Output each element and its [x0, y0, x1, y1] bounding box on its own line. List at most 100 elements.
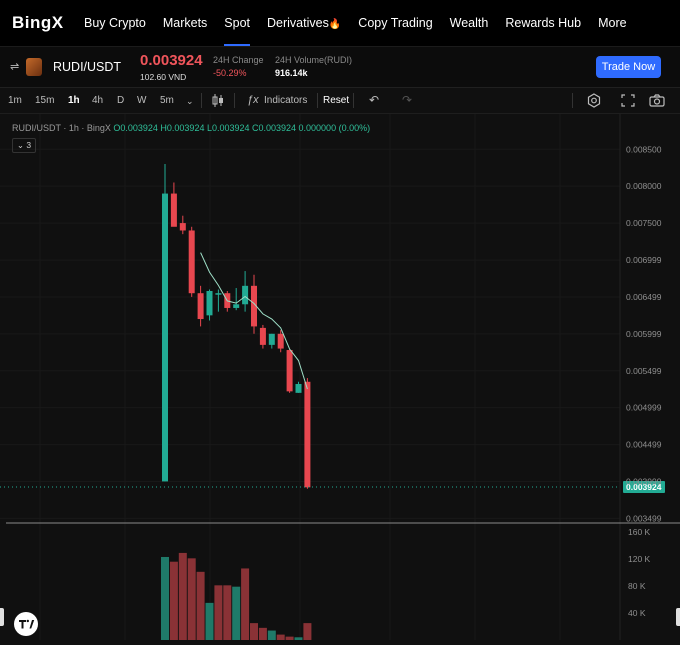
- candle-body: [197, 293, 204, 320]
- fiat-price: 102.60 VND: [140, 72, 187, 82]
- fire-icon: 🔥: [328, 19, 342, 30]
- toolbar-divider: [317, 93, 318, 108]
- indicators-button[interactable]: Indicators: [264, 95, 307, 106]
- candles: [162, 164, 311, 489]
- candle-type-icon[interactable]: [209, 92, 227, 109]
- candle-body: [295, 383, 302, 393]
- volume-bar: [223, 585, 232, 640]
- volume-bar: [169, 561, 178, 640]
- volume-bar: [178, 552, 187, 640]
- candle-body: [162, 193, 168, 482]
- price-axis-label: 0.003499: [626, 513, 662, 523]
- price-axis-label: 0.005999: [626, 329, 662, 339]
- candle-body: [215, 293, 222, 295]
- nav-rewards-hub[interactable]: Rewards Hub: [505, 0, 581, 46]
- candle-body: [206, 290, 213, 316]
- candle-body: [188, 230, 195, 294]
- chart-toolbar: 1m 15m 1h 4h D W 5m ⌄ ƒx Indicators Rese…: [0, 88, 680, 114]
- legend-title: RUDI/USDT · 1h · BingX: [12, 123, 111, 133]
- candle-body: [170, 193, 177, 227]
- nav-derivatives[interactable]: Derivatives🔥: [267, 0, 341, 46]
- price-axis-label: 0.005499: [626, 366, 662, 376]
- volume-bar: [267, 630, 276, 640]
- indicator-count-value: 3: [26, 140, 32, 150]
- price-axis-label: 0.008000: [626, 181, 662, 191]
- undo-icon[interactable]: ↶: [369, 93, 379, 107]
- fullscreen-icon[interactable]: [619, 92, 637, 109]
- volume-axis-label: 160 K: [628, 527, 651, 537]
- trade-now-button[interactable]: Trade Now: [596, 56, 661, 78]
- candle-body: [233, 304, 240, 308]
- volume-axis-label: 40 K: [628, 608, 646, 618]
- price-axis-label: 0.004999: [626, 403, 662, 413]
- price-chart[interactable]: 0.003924 0.008500 0.008000 0.007500 0.00699…: [0, 114, 680, 640]
- coin-logo: [26, 58, 42, 76]
- nav-more[interactable]: More: [598, 0, 626, 46]
- price-axis-label: 0.006999: [626, 255, 662, 265]
- candle-body: [259, 327, 266, 345]
- volume-axis-label: 120 K: [628, 554, 651, 564]
- settings-gear-icon[interactable]: [585, 92, 603, 109]
- interval-15m[interactable]: 15m: [35, 95, 54, 106]
- interval-dropdown-icon[interactable]: ⌄: [186, 96, 194, 107]
- redo-icon[interactable]: ↷: [402, 93, 412, 107]
- camera-snapshot-icon[interactable]: [648, 92, 666, 109]
- reset-button[interactable]: Reset: [323, 95, 349, 106]
- interval-w[interactable]: W: [137, 95, 146, 106]
- volume-bar: [303, 623, 312, 640]
- interval-d[interactable]: D: [117, 95, 124, 106]
- interval-5m[interactable]: 5m: [160, 95, 174, 106]
- volume-label: 24H Volume(RUDI): [275, 55, 353, 65]
- interval-1m[interactable]: 1m: [8, 95, 22, 106]
- interval-4h[interactable]: 4h: [92, 95, 103, 106]
- scroll-left-handle[interactable]: [0, 608, 4, 626]
- nav-copy-trading[interactable]: Copy Trading: [358, 0, 432, 46]
- candle-body: [286, 350, 293, 392]
- chart-legend: RUDI/USDT · 1h · BingX O0.003924 H0.0039…: [12, 123, 370, 133]
- volume-bars: [161, 552, 312, 640]
- price-axis-label: 0.004499: [626, 440, 662, 450]
- candlestick-chart[interactable]: 0.003924 0.008500 0.008000 0.007500 0.00699…: [0, 114, 680, 640]
- volume-bar: [285, 636, 294, 640]
- price-axis-label: 0.007500: [626, 218, 662, 228]
- legend-ohlc: O0.003924 H0.003924 L0.003924 C0.003924 …: [113, 123, 371, 133]
- price-axis-label: 0.003999: [626, 476, 662, 486]
- price-axis: 0.008500 0.008000 0.007500 0.006999 0.006499…: [6, 114, 680, 640]
- volume-bar: [241, 568, 250, 640]
- change-label: 24H Change: [213, 55, 264, 65]
- change-value: -50.29%: [213, 68, 247, 78]
- scroll-right-handle[interactable]: [676, 608, 680, 626]
- ticker-bar: ⇌ RUDI/USDT 0.003924 102.60 VND 24H Chan…: [0, 47, 680, 88]
- interval-1h[interactable]: 1h: [68, 95, 80, 106]
- nav-markets[interactable]: Markets: [163, 0, 207, 46]
- volume-bar: [205, 602, 214, 640]
- nav-buy-crypto[interactable]: Buy Crypto: [84, 0, 146, 46]
- indicators-icon[interactable]: ƒx: [247, 94, 259, 106]
- price-axis-label: 0.006499: [626, 292, 662, 302]
- candle-body: [179, 223, 186, 231]
- indicator-count-toggle[interactable]: ⌄ 3: [12, 138, 36, 153]
- chart-grid: [0, 114, 620, 640]
- chart-overlays: 0.003924: [0, 252, 665, 494]
- price-axis-label: 0.008500: [626, 144, 662, 154]
- volume-bar: [161, 556, 169, 640]
- nav-derivatives-label: Derivatives: [267, 16, 329, 30]
- top-navigation: BingX Buy Crypto Markets Spot Derivative…: [0, 0, 680, 47]
- bingx-logo[interactable]: BingX: [12, 13, 84, 33]
- candle-body: [242, 285, 249, 305]
- volume-axis-label: 80 K: [628, 581, 646, 591]
- volume-value: 916.14k: [275, 68, 308, 78]
- candle-body: [277, 333, 284, 349]
- volume-bar: [250, 623, 258, 640]
- volume-bar: [258, 627, 267, 640]
- pair-name[interactable]: RUDI/USDT: [53, 60, 121, 74]
- candle-body: [268, 333, 275, 345]
- candle-body: [304, 381, 311, 488]
- nav-spot[interactable]: Spot: [224, 0, 250, 46]
- swap-pair-icon[interactable]: ⇌: [10, 60, 19, 73]
- volume-bar: [276, 634, 285, 640]
- nav-wealth[interactable]: Wealth: [450, 0, 489, 46]
- volume-bar: [214, 585, 223, 640]
- tradingview-logo-icon[interactable]: [14, 612, 38, 636]
- toolbar-divider: [572, 93, 573, 108]
